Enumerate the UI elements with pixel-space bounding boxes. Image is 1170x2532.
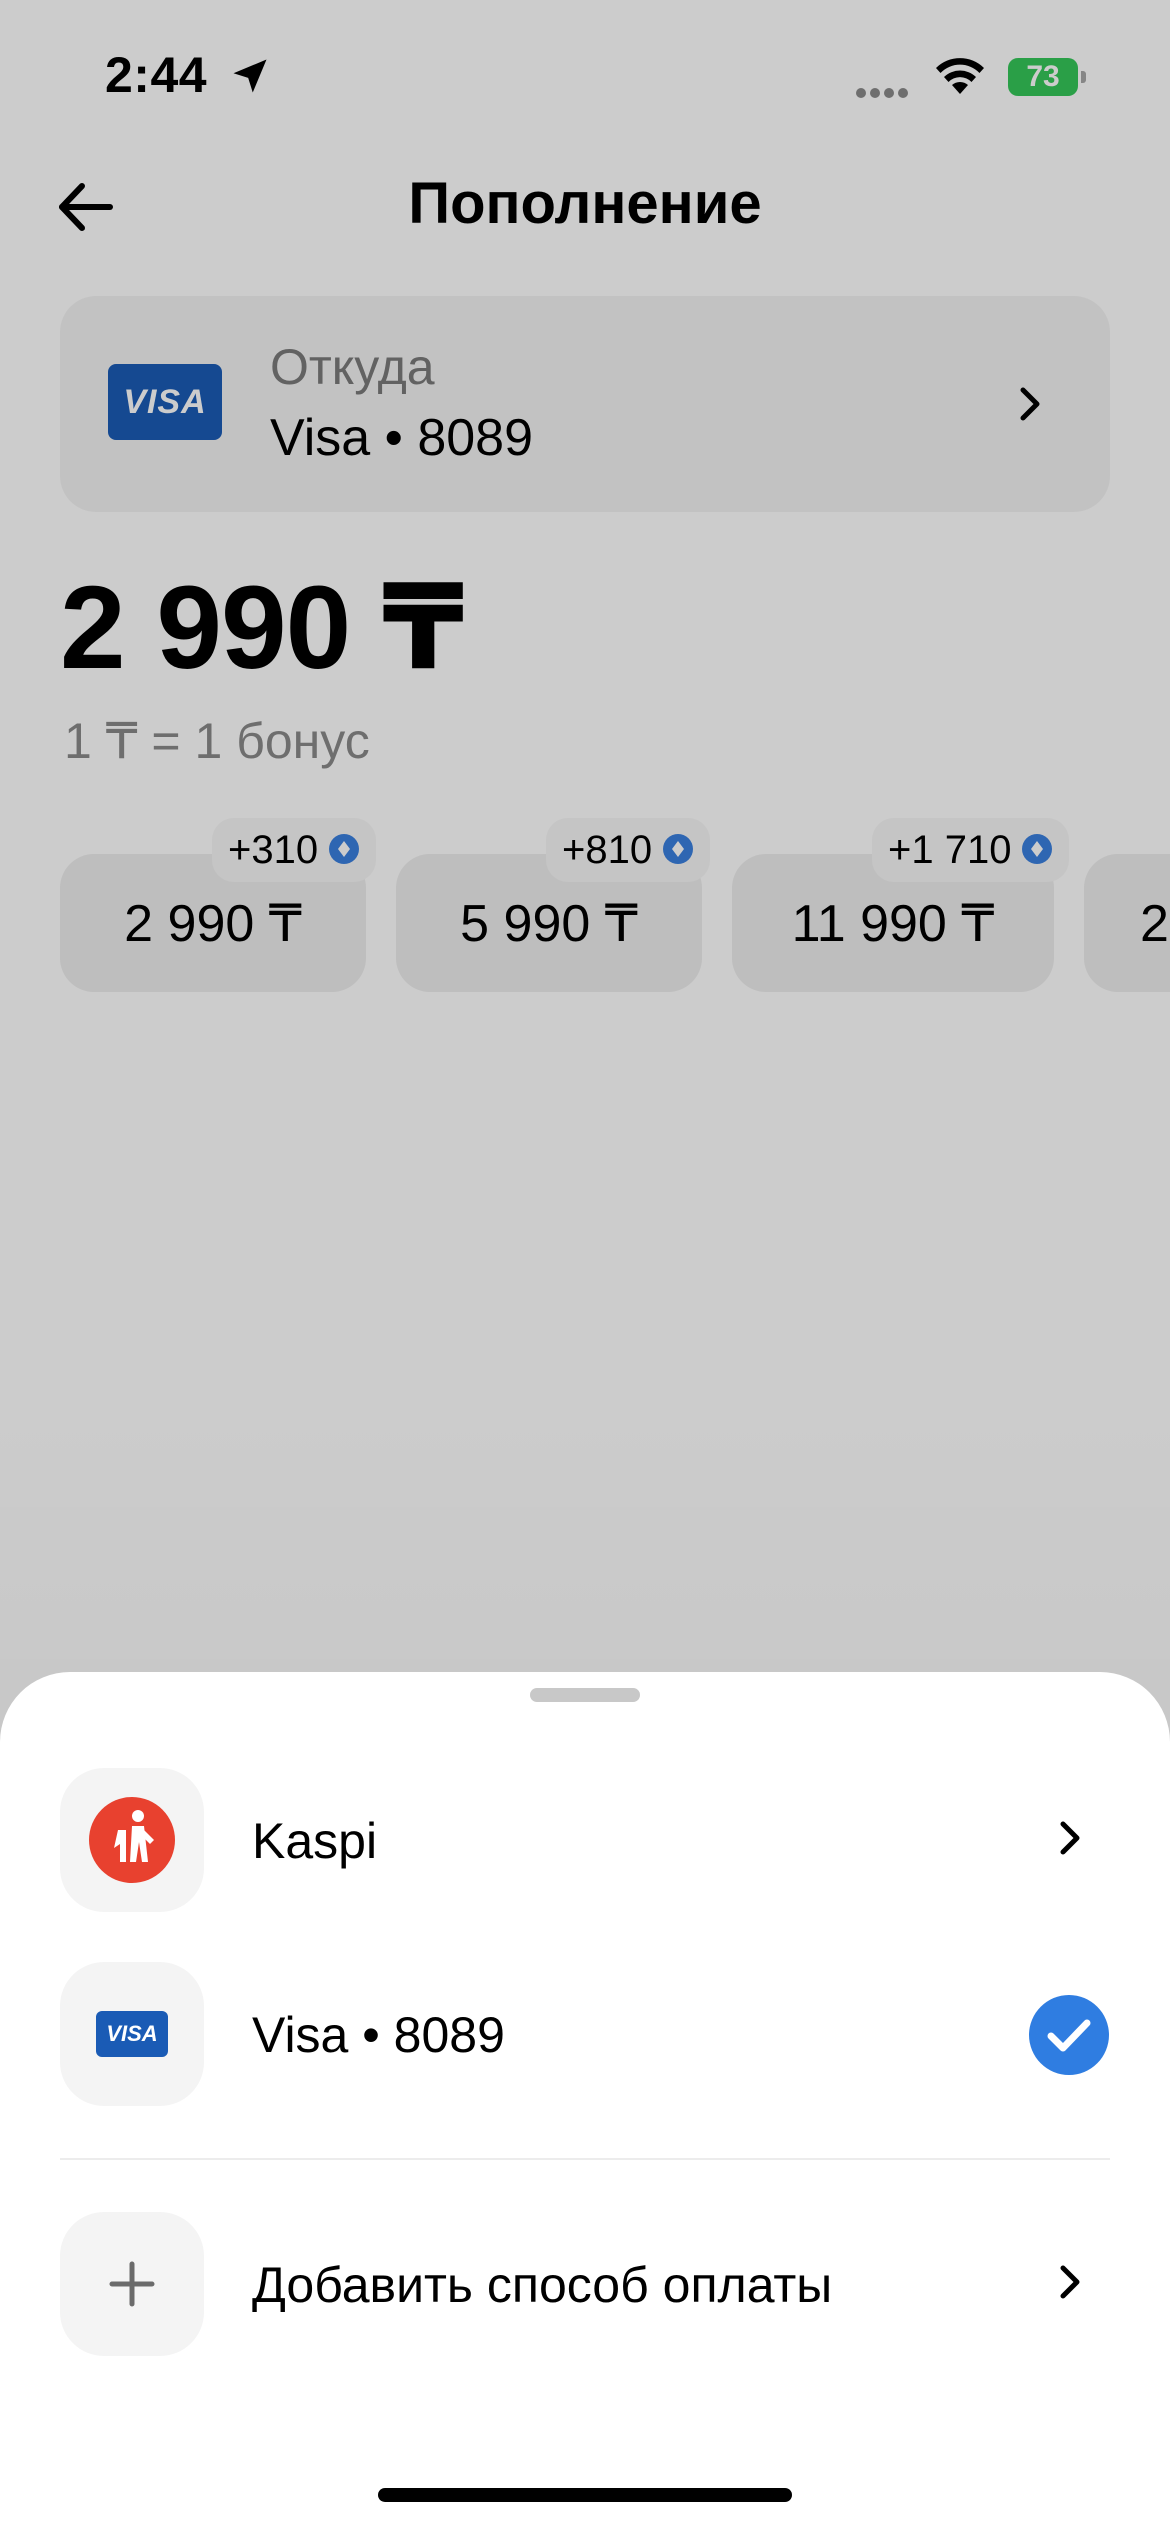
chevron-right-icon (1060, 1821, 1080, 1855)
payment-method-sheet: Kaspi VISA Visa • 8089 Добавить способ о (0, 1672, 1170, 2532)
screen: 2:44 73 Пополнение VISA Откуда Visa • 80… (0, 0, 1170, 2532)
chevron-right-icon (1020, 387, 1040, 421)
preset-amount-button[interactable]: 2 (1084, 854, 1170, 992)
bonus-coin-icon (663, 834, 694, 865)
battery-level: 73 (1008, 58, 1078, 96)
wifi-icon (936, 58, 984, 94)
chevron-right-icon (1060, 2265, 1080, 2299)
sheet-grabber[interactable] (530, 1688, 640, 1702)
add-method-label: Добавить способ оплаты (252, 2257, 833, 2313)
visa-logo-icon: VISA (96, 2011, 168, 2057)
source-value: Visa • 8089 (270, 409, 533, 467)
add-payment-method-button[interactable]: Добавить способ оплаты (60, 2212, 1110, 2362)
preset-amount-label: 11 990 ₸ (791, 895, 995, 953)
bonus-badge: +810 (546, 818, 711, 882)
method-label: Visa • 8089 (252, 2007, 505, 2063)
bonus-badge: +1 710 (872, 818, 1070, 882)
preset-amount-label: 5 990 ₸ (460, 895, 638, 953)
bonus-badge: +310 (212, 818, 377, 882)
method-icon-container: VISA (60, 1962, 204, 2106)
status-time: 2:44 (105, 47, 208, 103)
bonus-coin-icon (329, 834, 360, 865)
preset-amount-label: 2 (1140, 895, 1169, 953)
kaspi-logo-icon (89, 1797, 175, 1883)
method-row-visa[interactable]: VISA Visa • 8089 (60, 1962, 1110, 2112)
plus-icon (109, 2261, 155, 2307)
source-label: Откуда (270, 339, 435, 395)
method-row-kaspi[interactable]: Kaspi (60, 1768, 1110, 1918)
method-icon-container (60, 2212, 204, 2356)
page-title: Пополнение (408, 171, 762, 236)
divider (60, 2158, 1110, 2160)
bonus-badge-label: +810 (562, 828, 653, 872)
battery-indicator: 73 (1008, 58, 1086, 96)
method-label: Kaspi (252, 1813, 378, 1869)
bonus-rate: 1 ₸ = 1 бонус (64, 713, 370, 769)
bonus-badge-label: +310 (228, 828, 319, 872)
amount-value[interactable]: 2 990 ₸ (60, 558, 464, 696)
location-arrow-icon (233, 59, 267, 93)
home-indicator[interactable] (378, 2488, 792, 2502)
visa-logo-icon: VISA (108, 364, 222, 440)
bonus-coin-icon (1022, 834, 1053, 865)
method-icon-container (60, 1768, 204, 1912)
selected-check-icon (1029, 1995, 1109, 2075)
preset-amount-label: 2 990 ₸ (124, 895, 302, 953)
bonus-badge-label: +1 710 (888, 828, 1012, 872)
status-bar: 2:44 73 (0, 0, 1170, 150)
payment-source-card[interactable]: VISA Откуда Visa • 8089 (60, 296, 1110, 512)
cellular-signal-icon (856, 85, 914, 98)
